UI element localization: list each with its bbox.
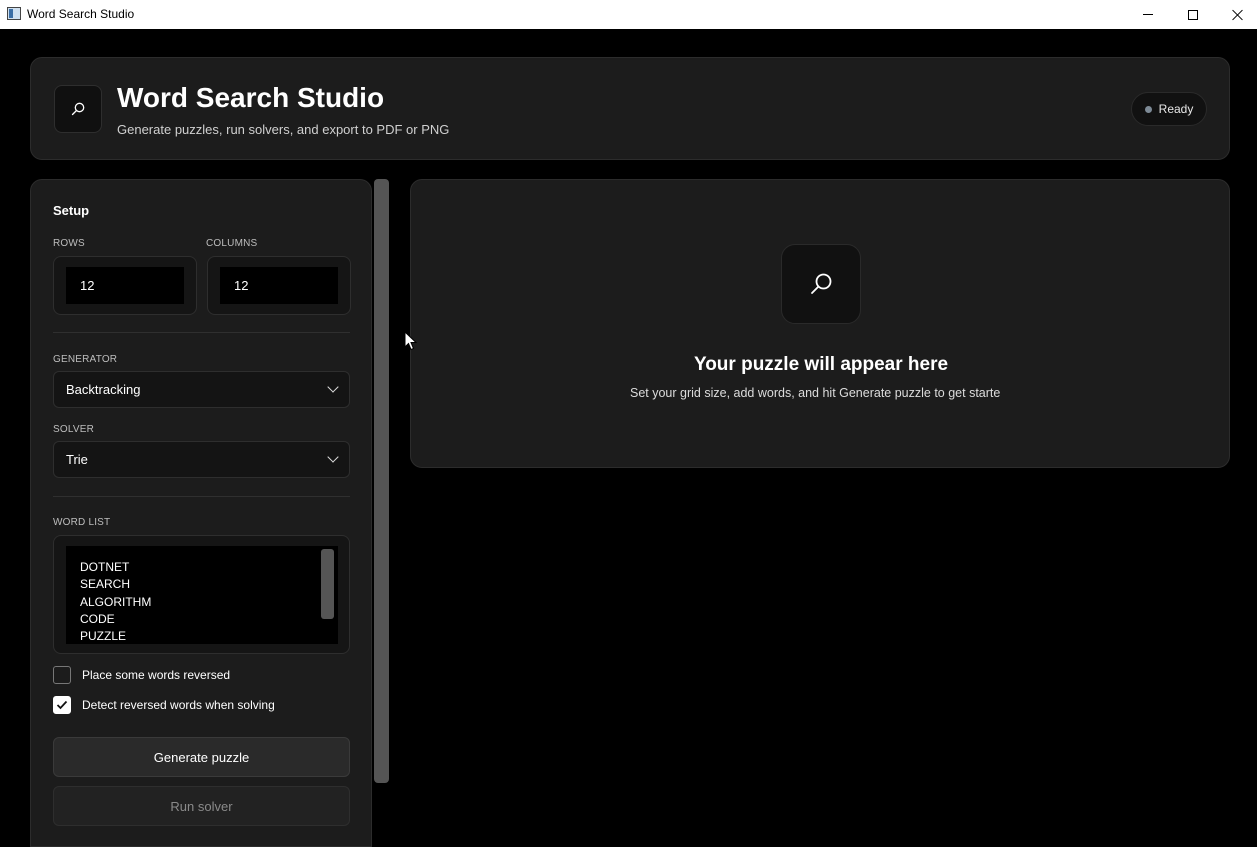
checkmark-icon — [56, 700, 68, 710]
search-icon — [71, 102, 85, 116]
wordlist-text: DOTNET SEARCH ALGORITHM CODE PUZZLE — [80, 559, 151, 644]
run-solver-button[interactable]: Run solver — [53, 786, 350, 826]
close-icon — [1232, 9, 1244, 21]
chevron-down-icon — [327, 381, 339, 393]
generator-select[interactable]: Backtracking — [53, 371, 350, 408]
word-item: ALGORITHM — [80, 594, 152, 609]
wordlist-textarea[interactable]: DOTNET SEARCH ALGORITHM CODE PUZZLE — [66, 546, 338, 644]
detect-reversed-option[interactable]: Detect reversed words when solving — [53, 696, 275, 714]
window-title: Word Search Studio — [27, 7, 135, 21]
page-title: Word Search Studio — [117, 82, 385, 113]
header-card: Word Search Studio Generate puzzles, run… — [30, 57, 1230, 160]
close-button[interactable] — [1215, 0, 1257, 29]
setup-panel: Setup ROWS 12 COLUMNS 12 GENERATOR Backt… — [30, 179, 372, 847]
empty-state-subtitle: Set your grid size, add words, and hit G… — [630, 386, 1001, 400]
preview-panel: Your puzzle will appear here Set your gr… — [410, 179, 1230, 468]
title-bar: Word Search Studio — [0, 0, 1257, 29]
detect-reversed-label: Detect reversed words when solving — [82, 698, 275, 712]
wordlist-label: WORD LIST — [53, 517, 111, 528]
generator-value: Backtracking — [66, 382, 141, 397]
word-item: SEARCH — [80, 577, 131, 592]
divider — [53, 496, 350, 497]
header-logo — [54, 85, 102, 133]
status-badge: Ready — [1131, 92, 1207, 126]
empty-state-title: Your puzzle will appear here — [693, 354, 949, 375]
app-icon — [7, 7, 21, 20]
generator-label: GENERATOR — [53, 354, 118, 365]
reversed-checkbox[interactable] — [53, 666, 71, 684]
minimize-icon — [1143, 14, 1153, 15]
maximize-icon — [1188, 9, 1198, 20]
generate-puzzle-button[interactable]: Generate puzzle — [53, 737, 350, 777]
setup-title: Setup — [53, 203, 90, 218]
minimize-button[interactable] — [1125, 0, 1171, 29]
wordlist-scrollbar[interactable] — [321, 549, 334, 619]
chevron-down-icon — [327, 451, 339, 463]
word-item: PUZZLE — [80, 629, 127, 644]
search-icon — [811, 273, 832, 294]
solver-value: Trie — [66, 452, 88, 467]
status-dot-icon — [1144, 105, 1152, 113]
page-subtitle: Generate puzzles, run solvers, and expor… — [117, 122, 450, 137]
wordlist-field: DOTNET SEARCH ALGORITHM CODE PUZZLE — [53, 535, 350, 654]
columns-input[interactable]: 12 — [220, 267, 338, 304]
preview-icon-box — [781, 244, 861, 324]
solver-label: SOLVER — [53, 424, 95, 435]
status-text: Ready — [1158, 102, 1194, 116]
reversed-option[interactable]: Place some words reversed — [53, 666, 230, 684]
detect-reversed-checkbox[interactable] — [53, 696, 71, 714]
solver-select[interactable]: Trie — [53, 441, 350, 478]
rows-input[interactable]: 12 — [66, 267, 184, 304]
word-item: DOTNET — [80, 560, 130, 574]
maximize-button[interactable] — [1170, 0, 1216, 29]
columns-field: 12 — [207, 256, 351, 315]
mouse-cursor-icon — [404, 331, 418, 351]
rows-label: ROWS — [53, 238, 85, 249]
reversed-label: Place some words reversed — [82, 668, 231, 682]
divider — [53, 332, 350, 333]
rows-field: 12 — [53, 256, 197, 315]
setup-scrollbar[interactable] — [374, 179, 389, 783]
columns-label: COLUMNS — [206, 238, 258, 249]
word-item: CODE — [80, 611, 115, 626]
